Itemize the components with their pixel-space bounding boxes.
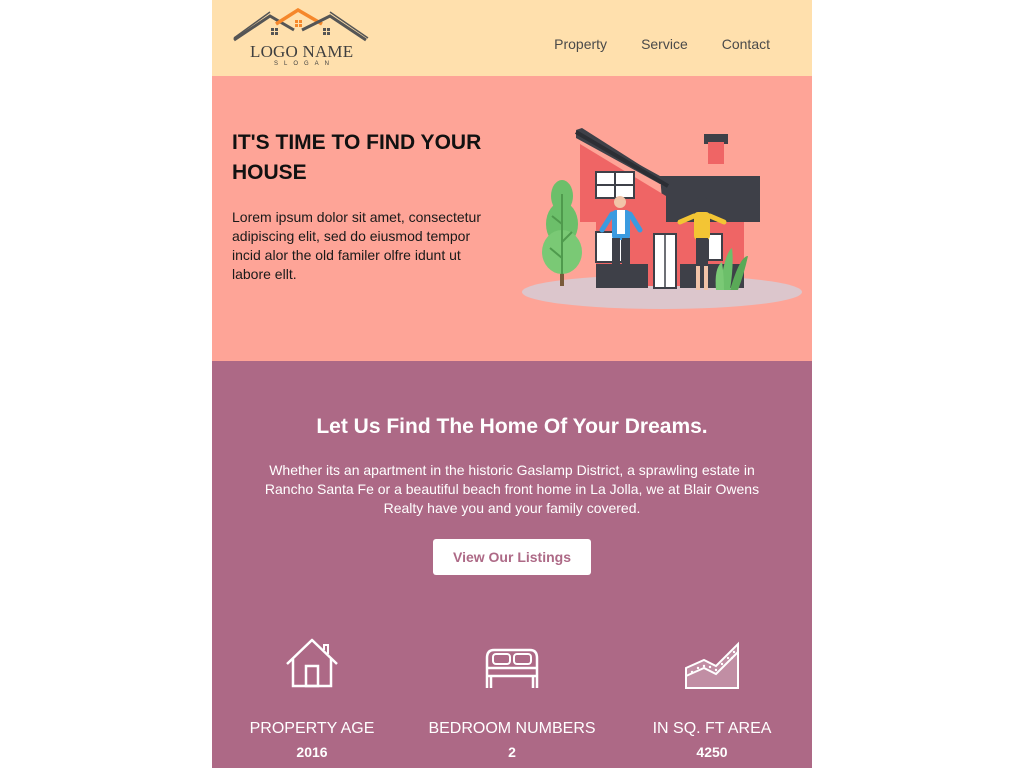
email-page: LOGO NAME SLOGAN Property Service Contac… — [212, 0, 812, 768]
dreams-title: Let Us Find The Home Of Your Dreams. — [316, 415, 708, 438]
nav-item-contact[interactable]: Contact — [722, 36, 770, 52]
house-icon — [286, 638, 338, 688]
hero-section: IT'S TIME TO FIND YOUR HOUSE Lorem ipsum… — [212, 76, 812, 361]
header: LOGO NAME SLOGAN Property Service Contac… — [212, 0, 812, 76]
stat-label: BEDROOM NUMBERS — [428, 720, 596, 737]
logo-name: LOGO NAME — [250, 42, 354, 61]
hero-body: Lorem ipsum dolor sit amet, consectetur … — [232, 209, 481, 282]
house-couple-illustration — [522, 128, 802, 309]
stat-label: IN SQ. FT AREA — [652, 720, 772, 737]
dreams-body: Whether its an apartment in the historic… — [264, 462, 760, 516]
main-nav: Property Service Contact — [554, 36, 770, 52]
stat-value: 2 — [508, 744, 516, 760]
dreams-section: Let Us Find The Home Of Your Dreams. Whe… — [212, 361, 812, 768]
stat-value: 2016 — [296, 744, 328, 760]
stat-label: PROPERTY AGE — [249, 720, 375, 737]
logo-slogan: SLOGAN — [274, 61, 336, 67]
nav-item-service[interactable]: Service — [641, 36, 688, 52]
hero-title: IT'S TIME TO FIND YOUR HOUSE — [232, 131, 482, 184]
logo[interactable]: LOGO NAME SLOGAN — [232, 8, 372, 70]
nav-item-property[interactable]: Property — [554, 36, 607, 52]
stat-value: 4250 — [696, 744, 728, 760]
area-chart-icon — [685, 641, 739, 689]
bed-icon — [485, 648, 539, 688]
view-listings-button[interactable]: View Our Listings — [433, 539, 591, 575]
